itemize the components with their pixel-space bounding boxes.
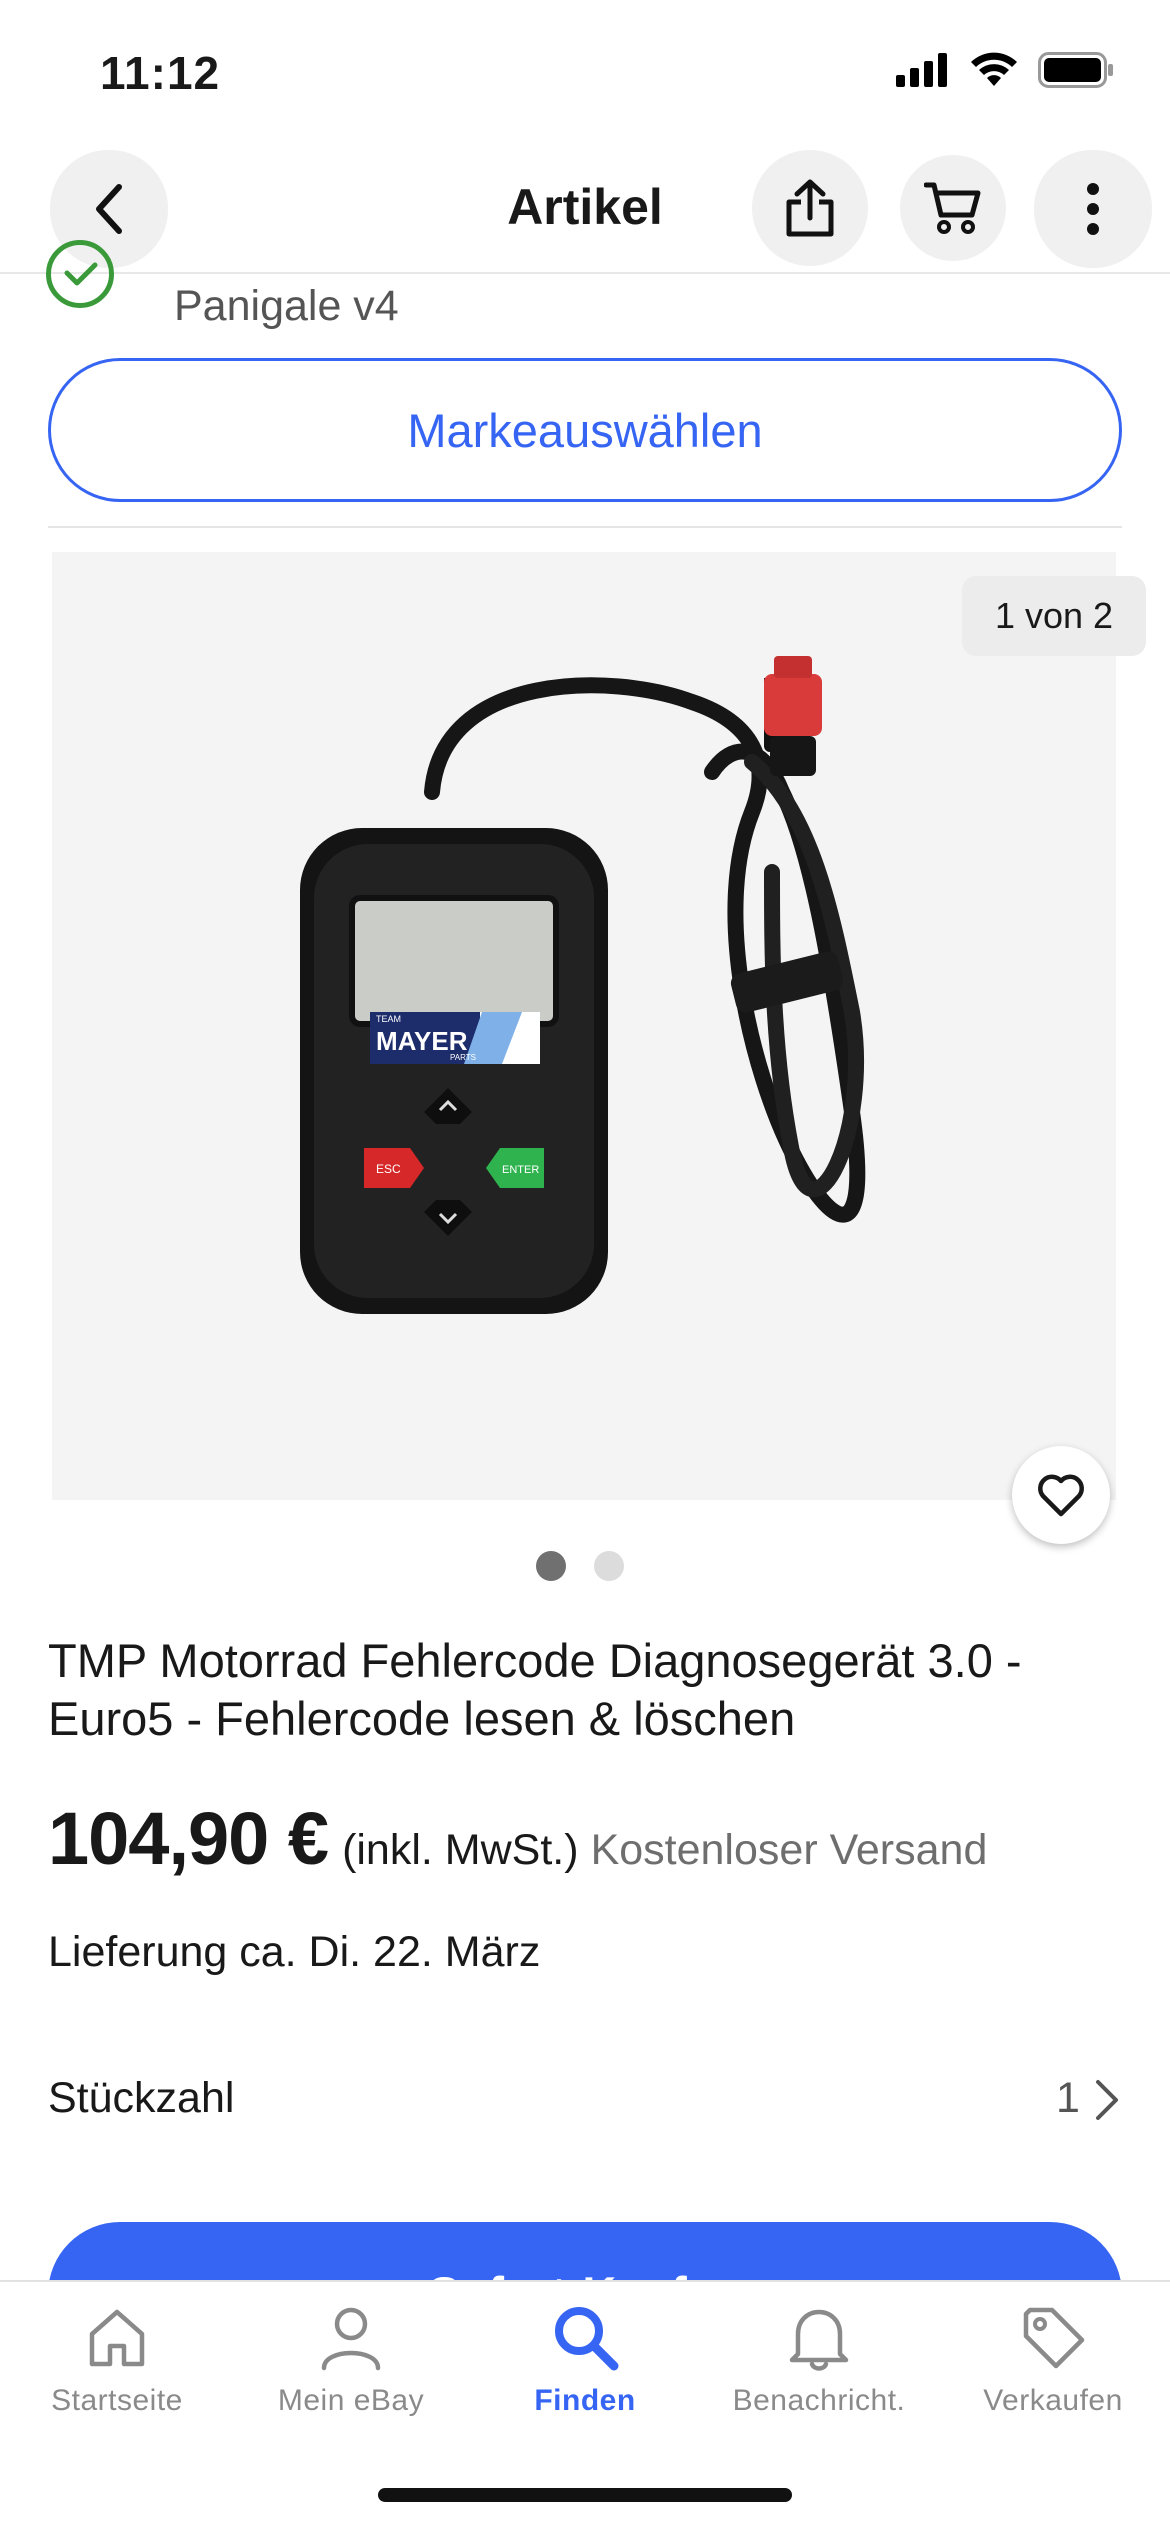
wifi-icon [971, 52, 1017, 86]
cart-icon [924, 182, 981, 234]
quantity-value[interactable]: 1 [1056, 2074, 1080, 2123]
bell-icon [789, 2309, 849, 2371]
navbar: Artikel [0, 140, 1170, 274]
tag-icon [1023, 2307, 1085, 2369]
battery-icon [1038, 52, 1113, 88]
home-indicator [378, 2488, 792, 2502]
carousel-pagination[interactable] [536, 1551, 624, 1581]
device-enter-label: ENTER [502, 1164, 539, 1176]
share-icon [786, 179, 834, 237]
diagnostic-device-illustration: TEAM MAYER PARTS ESC ENTER [300, 656, 866, 1314]
price-row: 104,90 € (inkl. MwSt.) Kostenloser Versa… [48, 1796, 987, 1881]
tab-my-ebay[interactable]: Mein eBay [234, 2302, 468, 2418]
tab-my-ebay-label: Mein eBay [277, 2384, 425, 2417]
product-image[interactable]: TEAM MAYER PARTS ESC ENTER [52, 552, 1116, 1500]
tab-sell[interactable]: Verkaufen [936, 2302, 1170, 2418]
home-icon [89, 2309, 145, 2367]
share-button[interactable] [752, 150, 868, 266]
device-esc-label: ESC [376, 1162, 401, 1176]
quantity-label[interactable]: Stückzahl [48, 2074, 234, 2123]
tab-notifications-label: Benachricht. [732, 2384, 906, 2417]
label-team-text: TEAM [376, 1014, 401, 1024]
image-counter: 1 von 2 [962, 576, 1146, 656]
more-options-button[interactable] [1034, 150, 1152, 268]
status-icons [896, 52, 1114, 88]
tab-notifications[interactable]: Benachricht. [702, 2302, 936, 2418]
chevron-right-icon[interactable] [1094, 2078, 1120, 2122]
tab-search[interactable]: Finden [468, 2302, 702, 2418]
delivery-estimate: Lieferung ca. Di. 22. März [48, 1928, 541, 1976]
tab-home-label: Startseite [51, 2384, 183, 2417]
person-icon [321, 2307, 381, 2371]
pagination-dot-1[interactable] [536, 1551, 566, 1581]
heart-icon [1038, 1474, 1084, 1517]
search-icon [555, 2307, 619, 2371]
check-circle-icon [46, 240, 114, 308]
select-brand-button[interactable]: Markeauswählen [48, 358, 1122, 502]
shipping-info: Kostenloser Versand [590, 1826, 988, 1874]
more-vertical-icon [1087, 183, 1099, 235]
tax-note: (inkl. MwSt.) [342, 1826, 579, 1874]
compatible-model: Panigale v4 [174, 282, 399, 330]
item-price: 104,90 € [48, 1797, 329, 1880]
tab-search-label: Finden [534, 2384, 636, 2417]
status-time: 11:12 [100, 47, 221, 99]
watchlist-button[interactable] [1012, 1446, 1110, 1544]
cart-button[interactable] [900, 155, 1006, 261]
item-title: TMP Motorrad Fehlercode Diagnosegerät 3.… [48, 1634, 1022, 1745]
divider [48, 526, 1122, 528]
status-bar: 11:12 [0, 0, 1170, 140]
signal-icon [896, 53, 947, 87]
pagination-dot-2[interactable] [594, 1551, 624, 1581]
tab-sell-label: Verkaufen [983, 2384, 1123, 2417]
label-parts-text: PARTS [450, 1053, 476, 1062]
label-brand-text: MAYER [376, 1026, 468, 1056]
tab-home[interactable]: Startseite [0, 2302, 234, 2418]
